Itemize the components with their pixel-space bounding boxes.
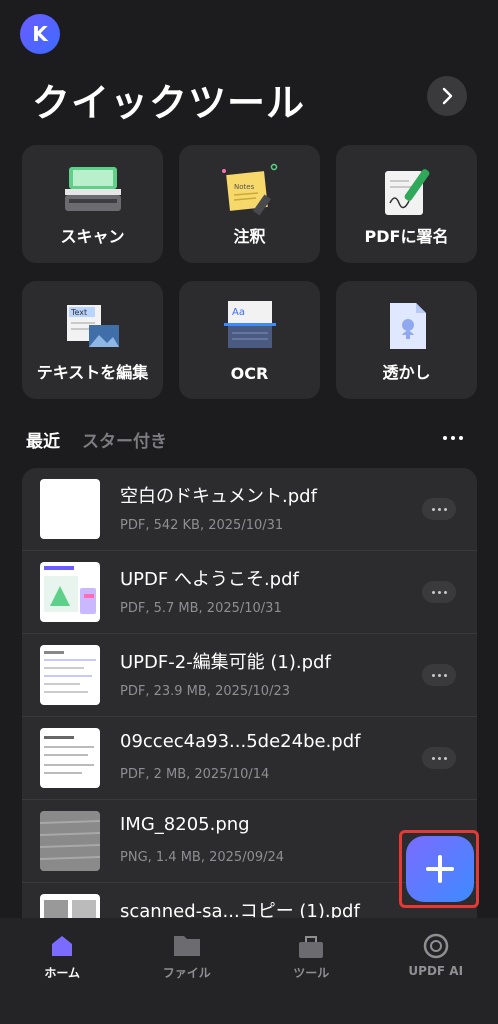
file-meta: PDF, 23.9 MB, 2025/10/23	[120, 684, 290, 699]
signature-icon	[384, 169, 429, 215]
home-icon	[52, 936, 73, 956]
file-name: UPDF へようこそ.pdf	[120, 569, 299, 590]
tool-watermark[interactable]: 透かし	[336, 281, 477, 399]
file-name: 09ccec4a93...5de24be.pdf	[120, 731, 361, 752]
add-button[interactable]	[406, 836, 474, 902]
tool-ocr[interactable]: Aa OCR	[179, 281, 320, 399]
toolbox-icon	[299, 936, 324, 958]
file-thumbnail	[40, 894, 100, 918]
nav-label: ツール	[293, 966, 330, 980]
more-dot-icon	[459, 436, 463, 440]
ocr-icon: Aa	[223, 301, 276, 348]
file-thumbnail	[40, 811, 100, 871]
nav-label: ファイル	[162, 966, 211, 980]
svg-text:Text: Text	[70, 308, 87, 317]
avatar[interactable]: K	[20, 14, 60, 54]
file-name: scanned-sa...コピー (1).pdf	[120, 901, 360, 918]
file-row[interactable]: 空白のドキュメント.pdf PDF, 542 KB, 2025/10/31	[22, 468, 477, 551]
file-thumbnail	[40, 728, 100, 788]
edit-text-icon: Text	[66, 305, 119, 347]
tool-label: 透かし	[382, 363, 431, 382]
bottom-navigation: ホーム ファイル ツール UPDF AI	[0, 918, 498, 1024]
ai-icon	[423, 933, 448, 959]
file-more-button[interactable]	[422, 664, 456, 686]
tool-label: 注釈	[233, 227, 266, 246]
tool-sign-pdf[interactable]: PDFに署名	[336, 145, 477, 263]
notes-icon: Notes	[221, 163, 277, 216]
tool-annotate[interactable]: Notes 注釈	[179, 145, 320, 263]
plus-icon	[426, 855, 454, 883]
avatar-letter: K	[32, 22, 48, 46]
list-options-button[interactable]	[440, 428, 466, 448]
file-row[interactable]: UPDF-2-編集可能 (1).pdf PDF, 23.9 MB, 2025/1…	[22, 634, 477, 717]
nav-home[interactable]: ホーム	[0, 918, 125, 1024]
file-name: UPDF-2-編集可能 (1).pdf	[120, 652, 331, 673]
file-thumbnail	[40, 479, 100, 539]
tool-label: テキストを編集	[36, 363, 149, 382]
nav-files[interactable]: ファイル	[125, 918, 250, 1024]
tab-recent[interactable]: 最近	[26, 427, 60, 452]
svg-text:Notes: Notes	[234, 183, 255, 191]
tool-label: PDFに署名	[364, 227, 449, 246]
file-meta: PNG, 1.4 MB, 2025/09/24	[120, 850, 285, 865]
file-meta: PDF, 5.7 MB, 2025/10/31	[120, 601, 282, 616]
folder-icon	[173, 936, 200, 956]
page-title: クイックツール	[32, 81, 306, 125]
quick-tools-more-button[interactable]	[427, 76, 467, 116]
chevron-right-icon	[442, 87, 453, 105]
file-row[interactable]: 09ccec4a93...5de24be.pdf PDF, 2 MB, 2025…	[22, 717, 477, 800]
file-meta: PDF, 542 KB, 2025/10/31	[120, 518, 284, 533]
file-name: 空白のドキュメント.pdf	[120, 486, 317, 507]
tool-edit-text[interactable]: Text テキストを編集	[22, 281, 163, 399]
nav-tools[interactable]: ツール	[249, 918, 374, 1024]
file-thumbnail	[40, 562, 100, 622]
nav-label: ホーム	[44, 966, 81, 980]
more-dot-icon	[451, 436, 455, 440]
file-thumbnail	[40, 645, 100, 705]
tool-label: スキャン	[60, 227, 125, 246]
file-more-button[interactable]	[422, 498, 456, 520]
file-row[interactable]: UPDF へようこそ.pdf PDF, 5.7 MB, 2025/10/31	[22, 551, 477, 634]
quick-tools-grid: スキャン Notes 注釈 PDFに署名 Text テキストを編集 Aa OCR…	[22, 145, 477, 399]
scanner-icon	[64, 167, 121, 211]
file-name: IMG_8205.png	[120, 814, 250, 835]
tool-label: OCR	[230, 364, 269, 383]
file-tabs: 最近 スター付き	[26, 427, 167, 452]
tool-scan[interactable]: スキャン	[22, 145, 163, 263]
nav-label: UPDF AI	[408, 964, 464, 978]
more-dot-icon	[443, 436, 447, 440]
watermark-icon	[389, 303, 426, 349]
file-more-button[interactable]	[422, 581, 456, 603]
tab-starred[interactable]: スター付き	[82, 427, 167, 452]
file-more-button[interactable]	[422, 747, 456, 769]
svg-text:Aa: Aa	[232, 307, 245, 318]
file-meta: PDF, 2 MB, 2025/10/14	[120, 767, 270, 782]
nav-updf-ai[interactable]: UPDF AI	[374, 918, 498, 1024]
